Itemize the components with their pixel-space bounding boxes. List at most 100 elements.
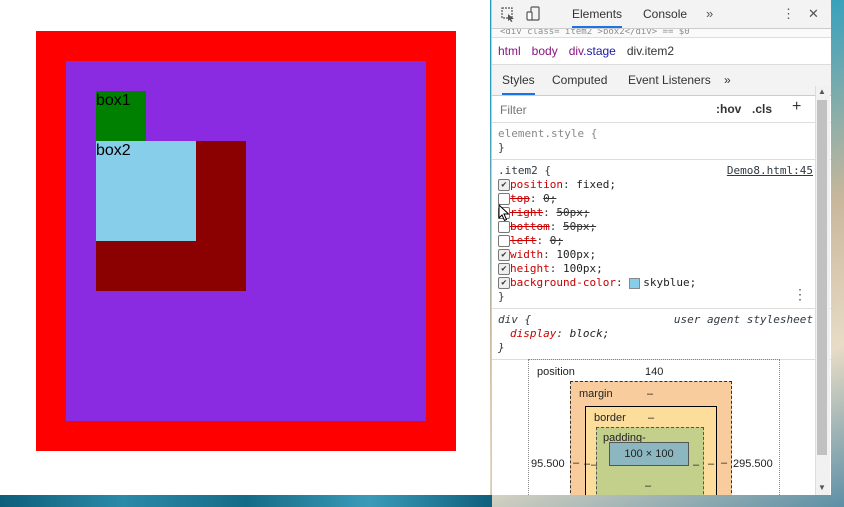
box-model-content[interactable]: 100 × 100 — [609, 442, 689, 466]
inspect-element-icon[interactable] — [500, 6, 516, 22]
rule-menu-icon[interactable]: ⋮ — [793, 286, 807, 303]
scroll-down-arrow-icon[interactable]: ▼ — [817, 483, 827, 492]
decl-bottom[interactable]: bottom: 50px; — [498, 220, 825, 234]
box-model-padding[interactable]: padding- 100 × 100 – – – — [591, 427, 704, 495]
styles-subtabs: Styles Computed Event Listeners » — [492, 65, 831, 96]
breadcrumb-div-item2-class: .item2 — [641, 44, 674, 58]
decl-name: width — [510, 248, 544, 261]
breadcrumb-div-item2[interactable]: div.item2 — [627, 44, 674, 58]
decl-top[interactable]: top: 0; — [498, 192, 825, 206]
dom-tree-peek[interactable]: <div class= item2 >box2</div> == $0 — [492, 29, 831, 38]
breadcrumb-div-stage-class: .stage — [583, 44, 616, 58]
border-top-value[interactable]: – — [648, 412, 654, 424]
new-rule-plus-icon[interactable]: + — [792, 98, 801, 116]
margin-label: margin — [579, 388, 613, 400]
more-tabs-icon[interactable]: » — [706, 0, 713, 28]
decl-left-checkbox[interactable] — [498, 235, 510, 247]
more-subtabs-icon[interactable]: » — [724, 65, 731, 95]
device-toolbar-icon[interactable] — [526, 6, 542, 22]
item2-declarations: ✔ position: fixed; top: 0; right: 50px; b… — [498, 178, 825, 290]
close-icon[interactable]: ✕ — [808, 0, 819, 28]
decl-name: position — [510, 178, 563, 191]
box1[interactable]: box1 — [96, 91, 146, 141]
box2-label: box2 — [96, 142, 131, 159]
tab-styles[interactable]: Styles — [502, 65, 535, 95]
position-right-value[interactable]: 295.500 — [733, 458, 773, 470]
position-left-value[interactable]: 95.500 — [531, 458, 565, 470]
hov-toggle[interactable]: :hov — [716, 102, 741, 116]
devtools-panel: Elements Console » ⋮ ✕ <div class= item2… — [491, 0, 831, 495]
breadcrumb-div-item2-tag: div — [626, 44, 642, 58]
decl-height[interactable]: ✔ height: 100px; — [498, 262, 825, 276]
styles-scrollbar-thumb[interactable] — [817, 100, 827, 455]
decl-right[interactable]: right: 50px; — [498, 206, 825, 220]
margin-right-value[interactable]: – — [721, 457, 727, 469]
decl-position-checkbox[interactable]: ✔ — [498, 179, 510, 191]
decl-value: 50px; — [556, 206, 590, 219]
decl-name: top — [510, 192, 530, 205]
decl-name: height — [510, 262, 550, 275]
element-style-rule[interactable]: element.style { } — [492, 123, 831, 160]
box-model-margin[interactable]: margin – border – padding- 100 × 100 – –… — [570, 381, 732, 495]
taskbar-strip — [0, 495, 492, 507]
breadcrumb-div-stage-tag: div — [568, 44, 584, 58]
border-right-value[interactable]: – — [708, 458, 714, 470]
breadcrumb-body[interactable]: body — [532, 44, 558, 58]
decl-height-checkbox[interactable]: ✔ — [498, 263, 510, 275]
decl-left[interactable]: left: 0; — [498, 234, 825, 248]
padding-bottom-value[interactable]: – — [645, 480, 651, 492]
inner-box[interactable]: box1 box2 — [66, 61, 426, 421]
decl-name: display — [510, 327, 557, 340]
tab-event-listeners[interactable]: Event Listeners — [628, 65, 711, 95]
devtools-toolbar: Elements Console » ⋮ ✕ — [492, 0, 831, 29]
box-model-border[interactable]: border – padding- 100 × 100 – – – – – — [584, 406, 717, 495]
tab-computed[interactable]: Computed — [552, 65, 607, 95]
color-swatch-icon[interactable] — [629, 277, 641, 289]
box2[interactable]: box2 — [96, 141, 196, 241]
decl-value: 50px; — [563, 220, 597, 233]
decl-bottom-checkbox[interactable] — [498, 221, 510, 233]
decl-width-checkbox[interactable]: ✔ — [498, 249, 510, 261]
decl-value: block; — [569, 327, 610, 340]
tab-elements[interactable]: Elements — [572, 0, 623, 28]
position-top-value[interactable]: 140 — [645, 366, 663, 378]
mouse-cursor-icon — [498, 204, 510, 222]
breadcrumb-html[interactable]: html — [498, 44, 521, 58]
margin-left-value[interactable]: – — [573, 457, 579, 469]
tab-console[interactable]: Console — [643, 0, 687, 28]
decl-value: 100px; — [563, 262, 603, 275]
cls-toggle[interactable]: .cls — [752, 102, 772, 116]
user-agent-label: user agent stylesheet — [673, 313, 813, 326]
decl-display: display: block; — [510, 327, 610, 340]
menu-icon[interactable]: ⋮ — [782, 0, 795, 28]
box-model-diagram: position 140 margin – border – padding- … — [492, 347, 815, 495]
decl-position[interactable]: ✔ position: fixed; — [498, 178, 825, 192]
decl-value: 0; — [543, 192, 557, 205]
styles-filter-bar: :hov .cls + — [492, 96, 831, 123]
margin-top-value[interactable]: – — [647, 388, 653, 400]
element-style-close: } — [498, 141, 505, 154]
border-left-value[interactable]: – — [584, 458, 590, 470]
border-label: border — [594, 412, 626, 424]
decl-width[interactable]: ✔ width: 100px; — [498, 248, 825, 262]
decl-value: skyblue; — [643, 276, 697, 289]
item2-close: } — [498, 290, 505, 303]
decl-name: background-color — [510, 276, 616, 289]
stage-box[interactable]: box1 box2 — [36, 31, 456, 451]
breadcrumb-div-stage[interactable]: div.stage — [569, 44, 616, 58]
decl-value: 100px; — [556, 248, 597, 261]
decl-name: bottom — [510, 220, 550, 233]
item2-rule: .item2 { Demo8.html:45 ✔ position: fixed;… — [492, 160, 831, 309]
filter-input[interactable] — [498, 100, 682, 120]
decl-value: fixed; — [576, 178, 616, 191]
element-style-selector: element.style { — [498, 127, 598, 140]
box-model-position[interactable]: position 140 margin – border – padding- … — [528, 359, 780, 495]
padding-left-value[interactable]: – — [591, 459, 597, 471]
padding-right-value[interactable]: – — [693, 459, 699, 471]
scroll-up-arrow-icon[interactable]: ▲ — [817, 87, 827, 96]
decl-background-color[interactable]: ✔ background-color: skyblue; — [498, 276, 825, 290]
decl-background-color-checkbox[interactable]: ✔ — [498, 277, 510, 289]
decl-name: right — [510, 206, 544, 219]
item2-source-link[interactable]: Demo8.html:45 — [727, 164, 813, 177]
page-viewport: box1 box2 — [0, 0, 490, 495]
